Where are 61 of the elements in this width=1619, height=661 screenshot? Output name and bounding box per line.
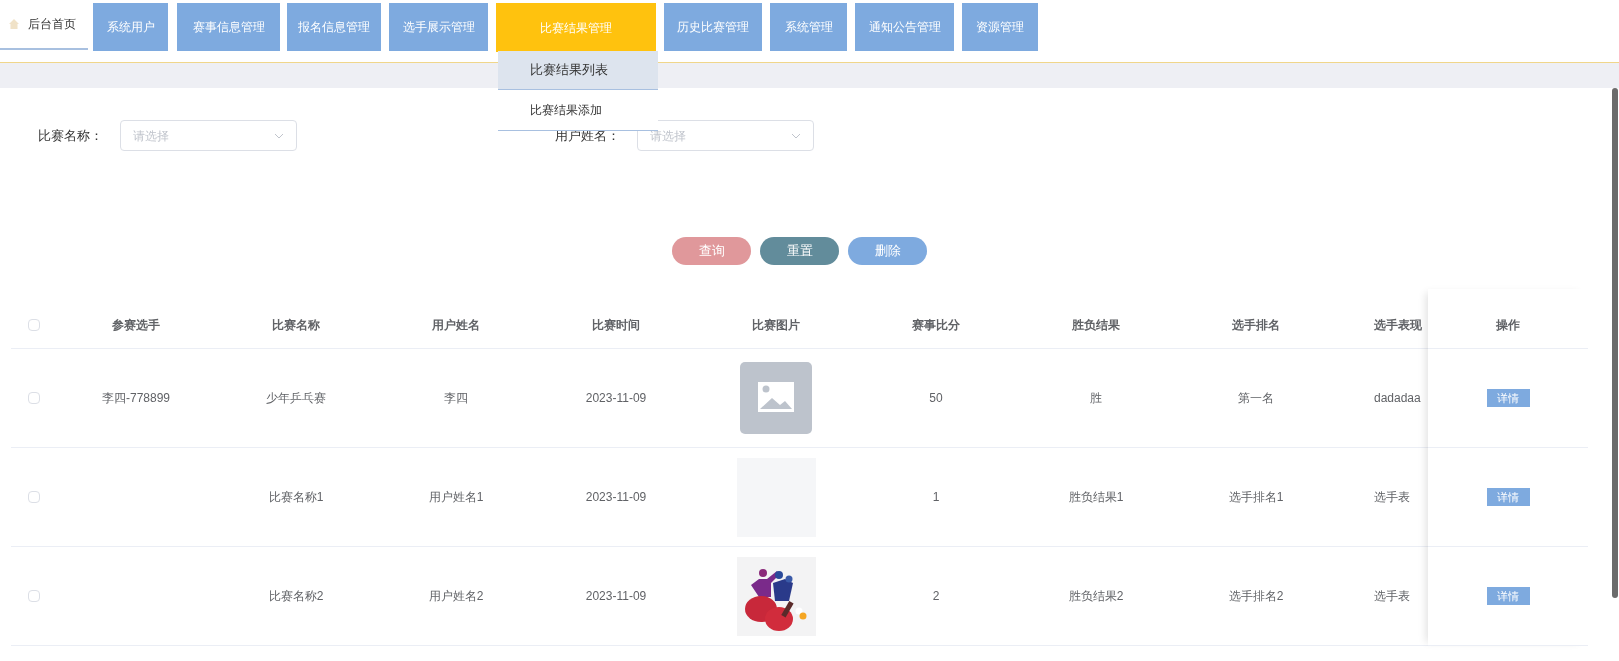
table-cell-text: 2023-11-09	[585, 489, 647, 506]
nav-tab[interactable]: 系统用户	[93, 3, 168, 51]
details-button[interactable]: 详情	[1486, 389, 1530, 407]
chevron-down-icon	[274, 132, 284, 139]
table-cell-text: 胜	[1090, 390, 1102, 407]
column-header: 赛事比分	[912, 316, 960, 334]
chevron-down-icon	[791, 132, 801, 139]
column-header: 用户姓名	[432, 316, 480, 334]
scrollbar[interactable]	[1612, 88, 1618, 598]
table-cell-text: 胜负结果1	[1068, 489, 1124, 506]
table-cell-text: 用户姓名1	[428, 489, 484, 506]
select-all-checkbox[interactable]	[27, 318, 40, 331]
table-cell-text: 用户姓名2	[428, 588, 484, 605]
home-tab[interactable]: 后台首页	[0, 0, 88, 50]
table-cell-text: 2023-11-09	[585, 588, 647, 605]
row-checkbox[interactable]	[27, 491, 40, 503]
table-cell-text: 50	[929, 390, 943, 407]
dropdown-item[interactable]: 比赛结果列表	[498, 51, 658, 90]
nav-tab[interactable]: 系统管理	[770, 3, 847, 51]
details-button[interactable]: 详情	[1486, 488, 1530, 506]
table-cell-text: 选手表	[1374, 588, 1410, 605]
nav-tab[interactable]: 报名信息管理	[287, 3, 381, 51]
filter-label: 比赛名称：	[38, 126, 104, 145]
table-cell-text: 选手排名1	[1228, 489, 1284, 506]
column-header: 胜负结果	[1072, 316, 1120, 334]
column-header: 比赛时间	[592, 316, 640, 334]
row-checkbox[interactable]	[27, 392, 40, 404]
image-placeholder-icon	[740, 362, 812, 434]
table-cell-text: 2023-11-09	[585, 390, 647, 407]
table-cell-text: 胜负结果2	[1068, 588, 1124, 605]
table-cell-text: 2	[932, 588, 940, 605]
column-header: 操作	[1496, 316, 1520, 334]
select-field[interactable]: 请选择	[120, 120, 297, 151]
row-checkbox[interactable]	[27, 590, 40, 602]
nav-tab[interactable]: 历史比赛管理	[664, 3, 762, 51]
table-cell-text: 选手表	[1374, 489, 1410, 506]
table-cell-text: 比赛名称2	[268, 588, 324, 605]
column-header: 选手排名	[1232, 316, 1280, 334]
table-cell-text: 李四-778899	[101, 390, 170, 407]
table-cell-text: 少年乒乓赛	[266, 390, 326, 407]
table-cell-text: dadadaa	[1374, 390, 1421, 407]
table-cell-text: 李四	[444, 390, 468, 407]
table-cell-text: 比赛名称1	[268, 489, 324, 506]
nav-tab[interactable]: 比赛结果管理	[496, 3, 656, 52]
table-cell-text: 1	[932, 489, 940, 506]
column-header: 比赛图片	[752, 316, 800, 334]
query-button[interactable]: 查询	[672, 237, 751, 265]
nav-tab[interactable]: 通知公告管理	[855, 3, 954, 51]
table-cell-text: 选手排名2	[1228, 588, 1284, 605]
column-header: 比赛名称	[272, 316, 320, 334]
home-icon	[8, 18, 20, 30]
column-header: 选手表现	[1374, 316, 1422, 334]
nav-tab[interactable]: 选手展示管理	[389, 3, 488, 51]
select-field[interactable]: 请选择	[637, 120, 814, 151]
details-button[interactable]: 详情	[1486, 587, 1530, 605]
nav-tab[interactable]: 资源管理	[962, 3, 1038, 51]
nav-tab[interactable]: 赛事信息管理	[177, 3, 280, 51]
column-header: 参赛选手	[112, 316, 160, 334]
reset-button[interactable]: 重置	[760, 237, 839, 265]
table-cell-text: 第一名	[1238, 390, 1274, 407]
delete-button[interactable]: 删除	[848, 237, 927, 265]
